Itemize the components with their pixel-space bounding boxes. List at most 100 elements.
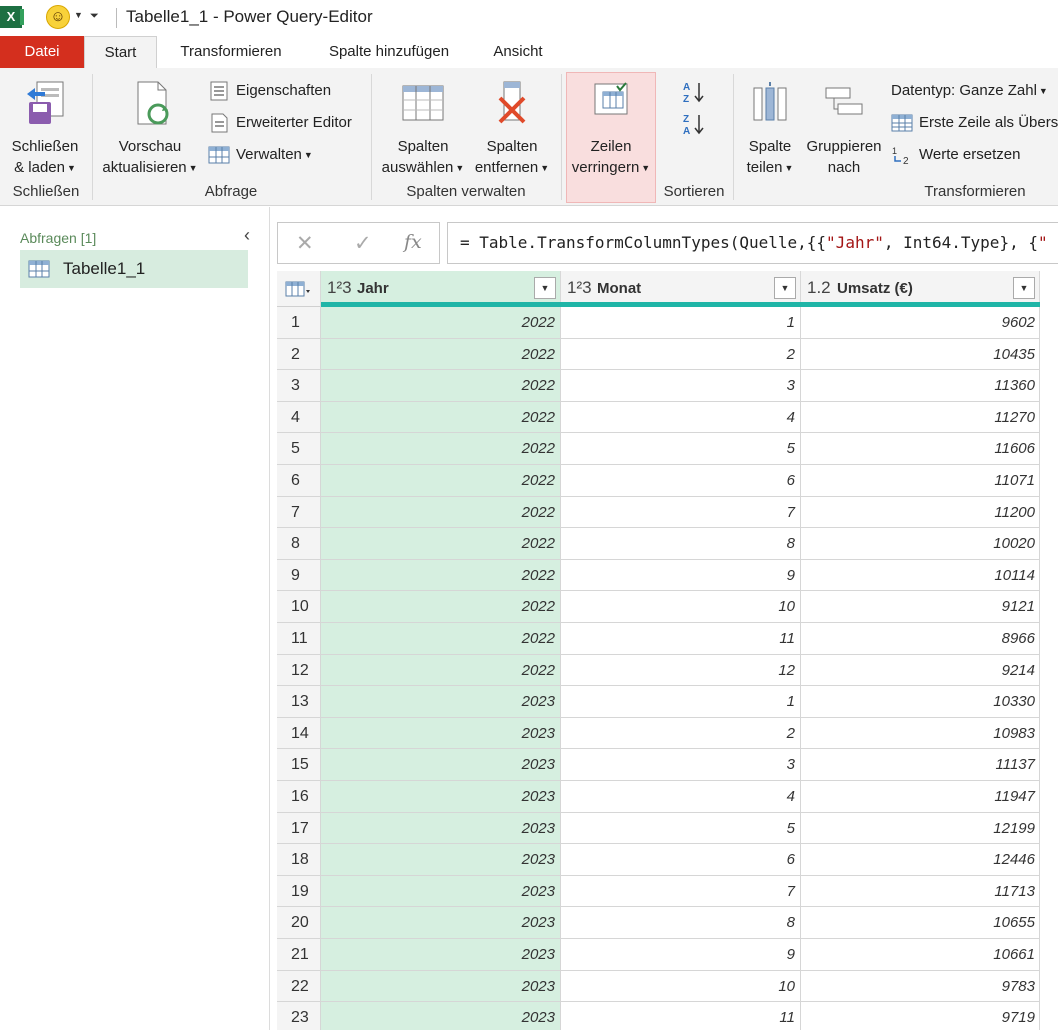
- cell-monat[interactable]: 7: [561, 875, 801, 908]
- cell-jahr[interactable]: 2022: [321, 654, 561, 687]
- confirm-formula-icon[interactable]: ✓: [354, 231, 372, 256]
- cell-jahr[interactable]: 2022: [321, 591, 561, 623]
- cell-jahr[interactable]: 2022: [321, 370, 561, 402]
- cell-jahr[interactable]: 2022: [321, 559, 561, 592]
- row-number[interactable]: 19: [277, 875, 321, 908]
- cell-umsatz[interactable]: 8966: [801, 623, 1040, 655]
- filter-dropdown-icon[interactable]: ▼: [534, 277, 556, 299]
- cell-umsatz[interactable]: 9602: [801, 307, 1040, 339]
- cell-monat[interactable]: 5: [561, 812, 801, 845]
- feedback-smiley-icon[interactable]: ☺: [46, 5, 70, 29]
- cell-jahr[interactable]: 2023: [321, 686, 561, 718]
- tab-datei[interactable]: Datei: [0, 36, 84, 68]
- table-menu-header[interactable]: [277, 271, 321, 307]
- tab-ansicht[interactable]: Ansicht: [481, 36, 555, 68]
- row-number[interactable]: 4: [277, 401, 321, 434]
- row-number[interactable]: 6: [277, 465, 321, 497]
- cell-jahr[interactable]: 2023: [321, 844, 561, 876]
- cell-jahr[interactable]: 2023: [321, 970, 561, 1003]
- sort-ascending-icon[interactable]: A Z: [682, 80, 706, 104]
- cell-umsatz[interactable]: 11071: [801, 465, 1040, 497]
- split-column-button[interactable]: Spalte teilen ▼: [740, 80, 800, 179]
- row-number[interactable]: 12: [277, 654, 321, 687]
- table-row[interactable]: 5 2022 5 11606: [277, 433, 1058, 465]
- cell-monat[interactable]: 9: [561, 559, 801, 592]
- row-number[interactable]: 23: [277, 1002, 321, 1030]
- table-row[interactable]: 6 2022 6 11071: [277, 465, 1058, 497]
- cell-umsatz[interactable]: 12199: [801, 812, 1040, 845]
- row-number[interactable]: 14: [277, 717, 321, 750]
- refresh-preview-button[interactable]: Vorschau aktualisieren ▼: [98, 80, 202, 179]
- cell-monat[interactable]: 8: [561, 907, 801, 939]
- cell-umsatz[interactable]: 10114: [801, 559, 1040, 592]
- tab-start[interactable]: Start: [84, 36, 157, 69]
- cell-jahr[interactable]: 2023: [321, 781, 561, 813]
- cell-umsatz[interactable]: 12446: [801, 844, 1040, 876]
- cell-monat[interactable]: 3: [561, 370, 801, 402]
- cell-umsatz[interactable]: 11270: [801, 401, 1040, 434]
- reduce-rows-button[interactable]: Zeilen verringern ▼: [566, 80, 656, 179]
- close-and-load-button[interactable]: Schließen & laden ▼: [6, 80, 84, 179]
- row-number[interactable]: 9: [277, 559, 321, 592]
- type-decimal-icon[interactable]: 1.2: [807, 278, 831, 298]
- row-number[interactable]: 13: [277, 686, 321, 718]
- collapse-pane-icon[interactable]: ‹: [244, 225, 250, 246]
- cell-umsatz[interactable]: 10983: [801, 717, 1040, 750]
- table-row[interactable]: 20 2023 8 10655: [277, 907, 1058, 939]
- row-number[interactable]: 18: [277, 844, 321, 876]
- table-row[interactable]: 13 2023 1 10330: [277, 686, 1058, 718]
- row-number[interactable]: 1: [277, 307, 321, 339]
- cell-umsatz[interactable]: 9783: [801, 970, 1040, 1003]
- cell-jahr[interactable]: 2022: [321, 496, 561, 529]
- query-item-tabelle1-1[interactable]: Tabelle1_1: [20, 250, 248, 288]
- cell-umsatz[interactable]: 10330: [801, 686, 1040, 718]
- row-number[interactable]: 21: [277, 939, 321, 971]
- cell-umsatz[interactable]: 11360: [801, 370, 1040, 402]
- cell-umsatz[interactable]: 10655: [801, 907, 1040, 939]
- cell-umsatz[interactable]: 9214: [801, 654, 1040, 687]
- table-row[interactable]: 4 2022 4 11270: [277, 401, 1058, 434]
- cell-jahr[interactable]: 2022: [321, 338, 561, 371]
- table-row[interactable]: 18 2023 6 12446: [277, 844, 1058, 876]
- table-row[interactable]: 22 2023 10 9783: [277, 970, 1058, 1003]
- cell-jahr[interactable]: 2022: [321, 307, 561, 339]
- quick-access-customize-icon[interactable]: ⏷: [90, 10, 99, 23]
- cell-jahr[interactable]: 2023: [321, 749, 561, 781]
- choose-columns-button[interactable]: Spalten auswählen ▼: [378, 80, 468, 179]
- cell-monat[interactable]: 4: [561, 781, 801, 813]
- cell-umsatz[interactable]: 11137: [801, 749, 1040, 781]
- row-number[interactable]: 2: [277, 338, 321, 371]
- formula-input[interactable]: = Table.TransformColumnTypes(Quelle,{{"J…: [447, 222, 1058, 264]
- cell-monat[interactable]: 11: [561, 1002, 801, 1030]
- cell-monat[interactable]: 2: [561, 717, 801, 750]
- tab-transformieren[interactable]: Transformieren: [165, 36, 297, 68]
- cell-monat[interactable]: 7: [561, 496, 801, 529]
- cell-jahr[interactable]: 2023: [321, 717, 561, 750]
- cell-umsatz[interactable]: 11947: [801, 781, 1040, 813]
- row-number[interactable]: 22: [277, 970, 321, 1003]
- type-int-icon[interactable]: 1²3: [567, 278, 592, 298]
- cell-monat[interactable]: 3: [561, 749, 801, 781]
- row-number[interactable]: 7: [277, 496, 321, 529]
- cell-umsatz[interactable]: 11200: [801, 496, 1040, 529]
- cell-jahr[interactable]: 2023: [321, 939, 561, 971]
- row-number[interactable]: 15: [277, 749, 321, 781]
- row-number[interactable]: 8: [277, 528, 321, 560]
- properties-button[interactable]: Eigenschaften: [208, 79, 331, 103]
- cell-umsatz[interactable]: 11606: [801, 433, 1040, 465]
- cell-jahr[interactable]: 2022: [321, 623, 561, 655]
- cell-monat[interactable]: 12: [561, 654, 801, 687]
- cell-monat[interactable]: 5: [561, 433, 801, 465]
- tab-spalte-hinzufuegen[interactable]: Spalte hinzufügen: [314, 36, 464, 68]
- cell-jahr[interactable]: 2023: [321, 812, 561, 845]
- group-by-button[interactable]: Gruppieren nach: [802, 80, 886, 178]
- table-row[interactable]: 16 2023 4 11947: [277, 781, 1058, 813]
- cell-umsatz[interactable]: 10435: [801, 338, 1040, 371]
- table-row[interactable]: 2 2022 2 10435: [277, 338, 1058, 371]
- table-row[interactable]: 15 2023 3 11137: [277, 749, 1058, 781]
- row-number[interactable]: 10: [277, 591, 321, 623]
- table-row[interactable]: 3 2022 3 11360: [277, 370, 1058, 402]
- table-row[interactable]: 11 2022 11 8966: [277, 623, 1058, 655]
- cell-monat[interactable]: 11: [561, 623, 801, 655]
- remove-columns-button[interactable]: Spalten entfernen ▼: [470, 80, 554, 179]
